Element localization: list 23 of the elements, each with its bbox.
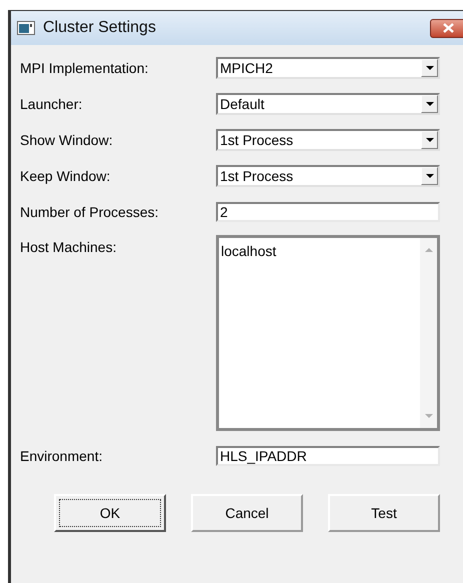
list-item[interactable]: localhost <box>219 242 420 260</box>
dialog-button[interactable]: Test <box>328 494 440 532</box>
dialog-button[interactable]: OK <box>54 494 166 532</box>
dropdown-value: MPICH2 <box>219 58 274 78</box>
field-label: Number of Processes: <box>20 202 160 222</box>
field-label: Environment: <box>20 446 104 466</box>
dropdown-value: Default <box>219 94 266 114</box>
text-field[interactable]: HLS_IPADDR <box>216 446 440 466</box>
field-label: Show Window: <box>20 130 114 150</box>
dialog-button[interactable]: Cancel <box>191 494 303 532</box>
field-label: Host Machines: <box>20 238 118 257</box>
dropdown-value: 1st Process <box>219 130 294 150</box>
host-list[interactable]: localhost <box>216 235 440 431</box>
dropdown[interactable]: MPICH2 <box>216 57 440 79</box>
field-label: Keep Window: <box>20 166 112 186</box>
dropdown[interactable]: 1st Process <box>216 129 440 151</box>
text-field[interactable]: 2 <box>216 202 440 222</box>
dropdown[interactable]: 1st Process <box>216 165 440 187</box>
field-label: MPI Implementation: <box>20 58 150 78</box>
field-label: Launcher: <box>20 94 84 114</box>
dropdown[interactable]: Default <box>216 93 440 115</box>
dropdown-value: 1st Process <box>219 166 294 186</box>
window-title: Cluster Settings <box>43 18 157 38</box>
